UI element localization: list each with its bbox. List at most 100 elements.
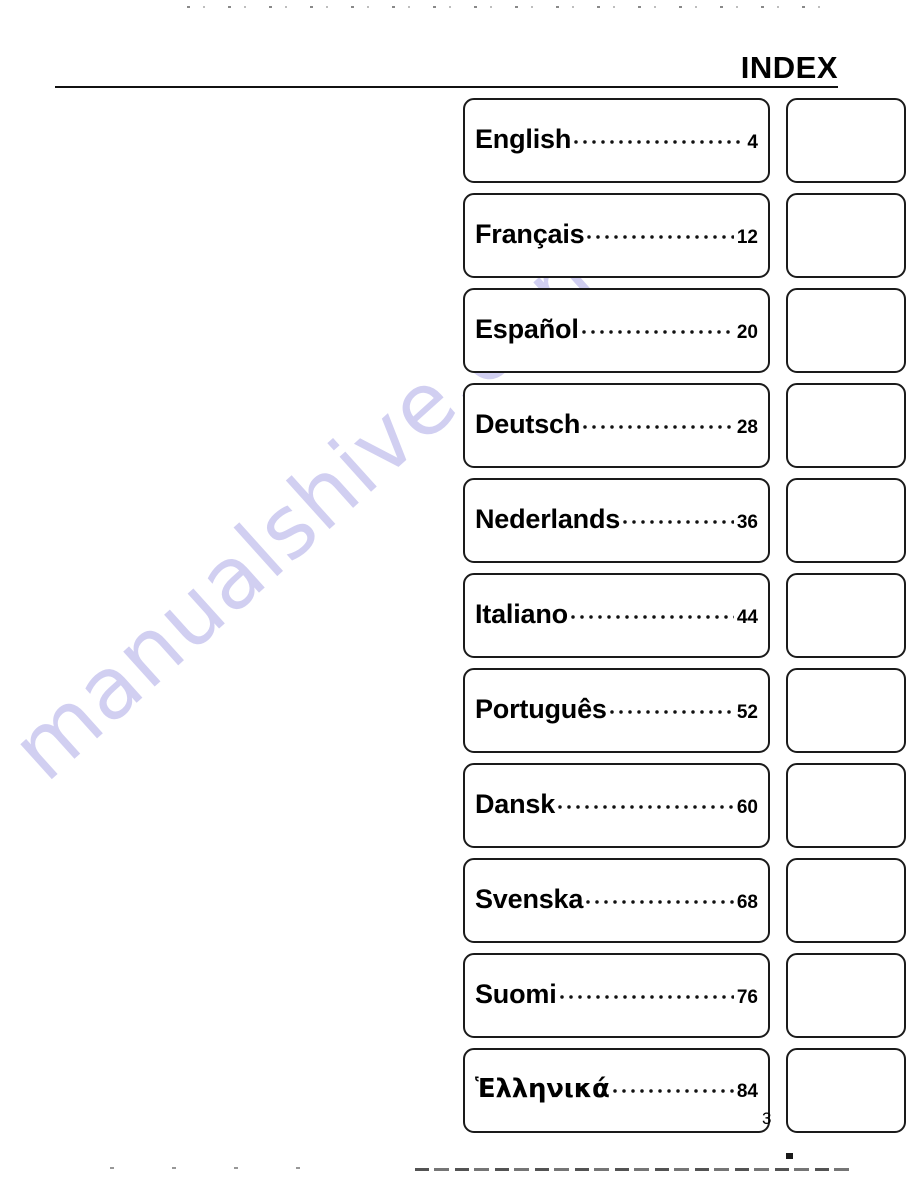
entry-page-number: 20 xyxy=(736,322,758,343)
dot-leader xyxy=(623,512,734,528)
index-entry-row: Italiano 44 xyxy=(463,573,773,668)
language-tab-row: Português xyxy=(786,668,918,763)
language-tab-row: Dansk xyxy=(786,763,918,858)
dot-leader xyxy=(583,417,734,433)
language-name: Deutsch xyxy=(475,411,581,439)
language-tab-label: Español xyxy=(788,360,790,371)
language-name: Ἑλληνικά xyxy=(475,1076,610,1104)
entry-page-number: 36 xyxy=(736,512,758,533)
dot-leader xyxy=(559,987,734,1003)
language-tab[interactable]: Deutsch xyxy=(786,383,906,468)
language-name: Português xyxy=(475,696,607,724)
index-entry-line: Português 52 xyxy=(475,696,758,728)
dot-leader xyxy=(574,132,745,148)
index-entry-row: Svenska 68 xyxy=(463,858,773,953)
index-entry-row: Español 20 xyxy=(463,288,773,383)
language-tab-label: Deutsch xyxy=(788,455,790,466)
scanned-index-page: manualshive.com INDEX English 4 Français 12… xyxy=(0,0,918,1188)
footer-page-number: 3 xyxy=(762,1109,772,1128)
entry-page-number: 84 xyxy=(736,1081,758,1102)
language-name: English xyxy=(475,126,572,154)
index-entry-line: Svenska 68 xyxy=(475,886,758,918)
language-name: Dansk xyxy=(475,791,556,819)
entry-page-number: 28 xyxy=(736,417,758,438)
index-entry-box[interactable]: English 4 xyxy=(463,98,770,183)
index-entry-box[interactable]: Dansk 60 xyxy=(463,763,770,848)
language-tab[interactable]: Français xyxy=(786,193,906,278)
index-entry-box[interactable]: Suomi 76 xyxy=(463,953,770,1038)
language-name: Suomi xyxy=(475,981,557,1009)
page-title: INDEX xyxy=(740,50,838,85)
index-entry-row: Ἑλληνικά 84 xyxy=(463,1048,773,1143)
language-tab[interactable]: English xyxy=(786,98,906,183)
language-name: Español xyxy=(475,316,579,344)
index-entry-row: Dansk 60 xyxy=(463,763,773,858)
index-entry-row: Suomi 76 xyxy=(463,953,773,1048)
entry-page-number: 76 xyxy=(736,987,758,1008)
header-divider xyxy=(55,86,838,88)
dot-leader xyxy=(586,892,734,908)
language-tab[interactable]: Ἑλληνικά xyxy=(786,1048,906,1133)
language-name: Français xyxy=(475,221,585,249)
language-tab-row: Nederlands xyxy=(786,478,918,573)
language-tab-label: Dansk xyxy=(788,835,790,846)
index-entry-row: Português 52 xyxy=(463,668,773,763)
language-tab-row: Suomi xyxy=(786,953,918,1048)
index-entry-box[interactable]: Ἑλληνικά 84 xyxy=(463,1048,770,1133)
entry-page-number: 12 xyxy=(736,227,758,248)
entry-page-number: 60 xyxy=(736,797,758,818)
language-tab-row: Français xyxy=(786,193,918,288)
index-entry-box[interactable]: Svenska 68 xyxy=(463,858,770,943)
entry-page-number: 52 xyxy=(736,702,758,723)
entry-page-number: 68 xyxy=(736,892,758,913)
index-entry-row: Deutsch 28 xyxy=(463,383,773,478)
language-tab-label: Nederlands xyxy=(788,550,790,561)
index-entry-line: Deutsch 28 xyxy=(475,411,758,443)
dot-leader xyxy=(612,1081,734,1097)
language-tab[interactable]: Suomi xyxy=(786,953,906,1038)
entry-page-number: 44 xyxy=(736,607,758,628)
index-entry-line: Italiano 44 xyxy=(475,601,758,633)
language-tab-row: Svenska xyxy=(786,858,918,953)
index-entry-box[interactable]: Nederlands 36 xyxy=(463,478,770,563)
dot-leader xyxy=(587,227,734,243)
language-tab[interactable]: Svenska xyxy=(786,858,906,943)
language-tab-row: Ἑλληνικά xyxy=(786,1048,918,1143)
index-entry-line: Nederlands 36 xyxy=(475,506,758,538)
language-tab[interactable]: Italiano xyxy=(786,573,906,658)
language-tab[interactable]: Español xyxy=(786,288,906,373)
language-tab-label: Português xyxy=(788,740,790,751)
dot-leader xyxy=(609,702,734,718)
language-tab-row: Italiano xyxy=(786,573,918,668)
index-entry-line: English 4 xyxy=(475,126,758,158)
index-entry-box[interactable]: Español 20 xyxy=(463,288,770,373)
language-tab-label: Suomi xyxy=(788,1025,790,1036)
entry-page-number: 4 xyxy=(747,132,758,153)
scan-artifact-bottom-right xyxy=(415,1168,855,1171)
index-entry-list: English 4 Français 12 Español 20 Deutsch 28 Nede… xyxy=(463,98,773,1143)
index-entry-line: Français 12 xyxy=(475,221,758,253)
index-entry-line: Ἑλληνικά 84 xyxy=(475,1076,758,1108)
language-tab-strip: English Français Español Deutsch Nederlands I… xyxy=(786,98,918,1143)
language-tab-row: Español xyxy=(786,288,918,383)
index-entry-box[interactable]: Deutsch 28 xyxy=(463,383,770,468)
index-entry-row: English 4 xyxy=(463,98,773,193)
scan-artifact-dot xyxy=(786,1153,793,1159)
scan-artifact-bottom-left xyxy=(80,1167,340,1169)
language-tab[interactable]: Nederlands xyxy=(786,478,906,563)
language-tab-row: Deutsch xyxy=(786,383,918,478)
language-tab-label: Italiano xyxy=(788,645,790,656)
dot-leader xyxy=(570,607,734,623)
dot-leader xyxy=(581,322,734,338)
language-tab[interactable]: Dansk xyxy=(786,763,906,848)
language-tab-label: Ἑλληνικά xyxy=(788,1120,790,1131)
language-tab-label: Svenska xyxy=(788,930,790,941)
language-name: Italiano xyxy=(475,601,568,629)
index-entry-box[interactable]: Français 12 xyxy=(463,193,770,278)
index-entry-row: Nederlands 36 xyxy=(463,478,773,573)
index-entry-row: Français 12 xyxy=(463,193,773,288)
index-entry-line: Dansk 60 xyxy=(475,791,758,823)
language-tab[interactable]: Português xyxy=(786,668,906,753)
index-entry-box[interactable]: Italiano 44 xyxy=(463,573,770,658)
index-entry-box[interactable]: Português 52 xyxy=(463,668,770,753)
